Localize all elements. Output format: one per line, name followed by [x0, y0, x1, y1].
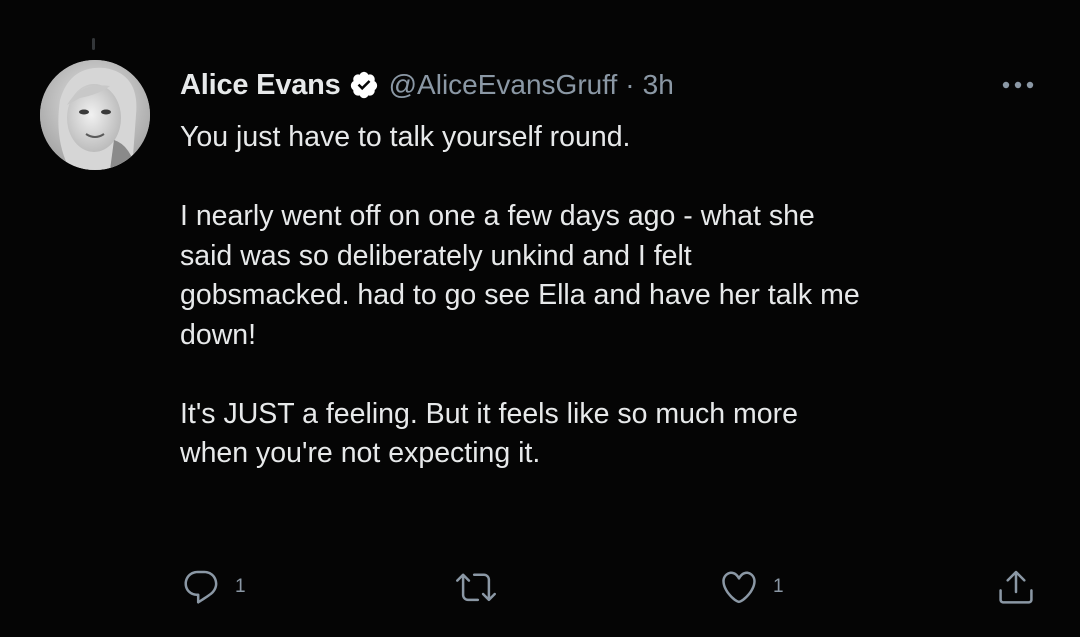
share-button[interactable]: [996, 567, 1036, 607]
verified-badge-icon: [349, 70, 379, 100]
share-icon: [996, 567, 1036, 607]
separator-dot: ·: [625, 69, 635, 100]
user-handle[interactable]: @AliceEvansGruff: [389, 69, 618, 101]
tweet-text-line: when you're not expecting it.: [180, 437, 541, 469]
display-name[interactable]: Alice Evans: [180, 69, 341, 102]
action-bar: 1 1: [0, 567, 1080, 607]
like-heart-icon: [719, 567, 759, 607]
timestamp[interactable]: 3h: [643, 69, 674, 101]
tweet-header: Alice Evans @AliceEvansGruff · 3h: [180, 63, 674, 107]
tweet-text-line: You just have to talk yourself round.: [180, 121, 631, 153]
tweet-text-line: I nearly went off on one a few days ago …: [180, 200, 815, 232]
more-options-icon[interactable]: [998, 70, 1038, 100]
tweet-text-line: down!: [180, 318, 257, 351]
retweet-button[interactable]: [456, 567, 510, 607]
tweet-text-line: said was so deliberately unkind and I fe…: [180, 239, 692, 272]
tweet-text-line: gobsmacked. had to go see Ella and have …: [180, 279, 860, 311]
tweet-text-line: It's JUST a feeling. But it feels like s…: [180, 397, 798, 430]
tweet-card[interactable]: Alice Evans @AliceEvansGruff · 3h You ju…: [0, 0, 1080, 637]
thread-connector-line: [92, 38, 95, 50]
reply-icon: [181, 567, 221, 607]
retweet-icon: [456, 567, 496, 607]
avatar[interactable]: [40, 60, 150, 170]
like-button[interactable]: 1: [719, 567, 784, 607]
tweet-text: You just have to talk yourself round. I …: [180, 118, 1060, 474]
reply-button[interactable]: 1: [181, 567, 246, 607]
like-count: 1: [773, 576, 784, 597]
reply-count: 1: [235, 576, 246, 597]
